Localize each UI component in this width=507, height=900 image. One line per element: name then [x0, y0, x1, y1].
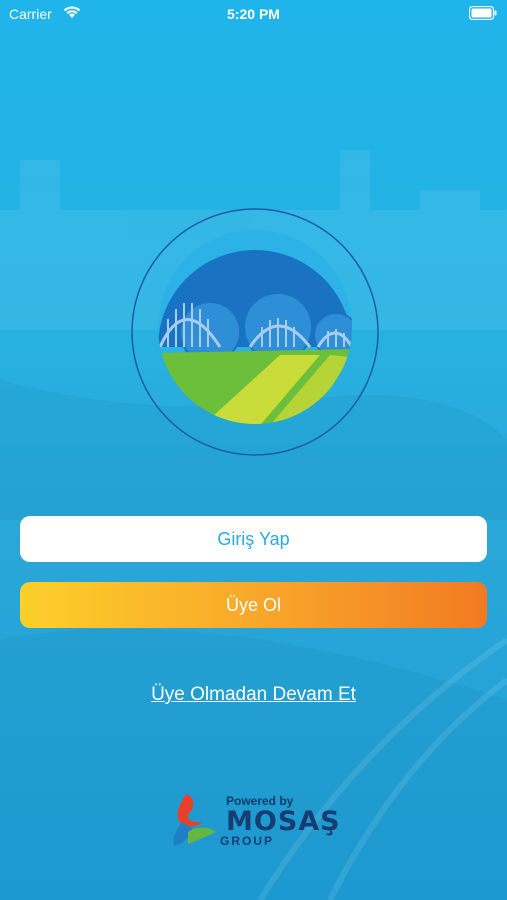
status-bar: Carrier 5:20 PM	[0, 0, 507, 28]
login-button[interactable]: Giriş Yap	[20, 516, 487, 562]
register-button[interactable]: Üye Ol	[20, 582, 487, 628]
brand-subtitle: GROUP	[220, 834, 275, 848]
continue-as-guest-link[interactable]: Üye Olmadan Devam Et	[0, 684, 507, 706]
mosas-brand-icon	[173, 794, 216, 846]
register-button-label: Üye Ol	[225, 594, 281, 615]
brand-name: MOSAŞ	[226, 806, 341, 837]
login-button-label: Giriş Yap	[217, 528, 290, 549]
battery-icon	[469, 6, 497, 20]
clock-label: 5:20 PM	[227, 6, 280, 22]
app-logo	[131, 208, 379, 456]
powered-by-footer: Powered by MOSAŞ GROUP	[168, 792, 343, 852]
